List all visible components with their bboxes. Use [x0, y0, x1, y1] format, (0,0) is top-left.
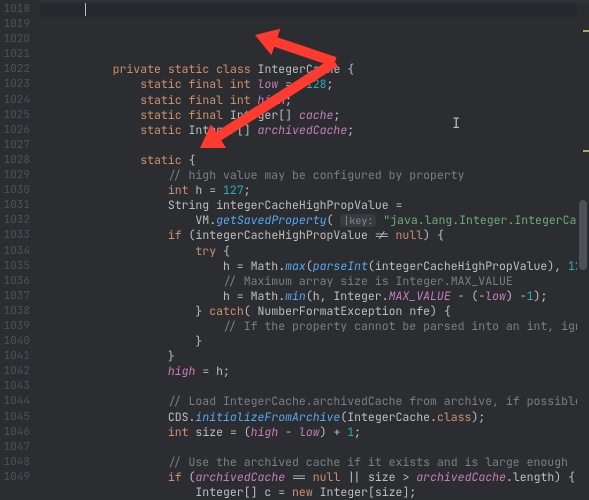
- line-number: 1027: [0, 138, 30, 153]
- line-number: 1029: [0, 168, 30, 183]
- editor-caret: [85, 3, 86, 16]
- line-number: 1026: [0, 123, 30, 138]
- code-line[interactable]: // Load IntegerCache.archivedCache from …: [40, 394, 577, 409]
- code-line[interactable]: static final int low = -128;: [40, 77, 577, 92]
- line-number: 1034: [0, 244, 30, 259]
- code-line[interactable]: // Maximum array size is Integer.MAX_VAL…: [40, 274, 577, 289]
- collapsed-region: [40, 0, 589, 4]
- code-line[interactable]: try {: [40, 244, 577, 259]
- code-line[interactable]: static final Integer[] cache;: [40, 108, 577, 123]
- line-number: 1020: [0, 32, 30, 47]
- code-line[interactable]: private static class IntegerCache {: [40, 62, 577, 77]
- code-line[interactable]: [40, 47, 577, 62]
- scrollbar-mark: [583, 150, 589, 152]
- code-line[interactable]: Integer[] c = new Integer[size];: [40, 485, 577, 500]
- line-number: 1048: [0, 455, 30, 470]
- code-line[interactable]: // Use the archived cache if it exists a…: [40, 455, 577, 470]
- code-line[interactable]: // If the property cannot be parsed into…: [40, 319, 577, 334]
- code-line[interactable]: } catch( NumberFormatException nfe) {: [40, 304, 577, 319]
- scrollbar-thumb[interactable]: [579, 200, 587, 270]
- line-number: 1038: [0, 304, 30, 319]
- line-number: 1028: [0, 153, 30, 168]
- line-number: 1046: [0, 425, 30, 440]
- line-number: 1044: [0, 394, 30, 409]
- line-number: 1045: [0, 410, 30, 425]
- line-number: 1021: [0, 47, 30, 62]
- line-number: 1030: [0, 183, 30, 198]
- line-number: 1019: [0, 17, 30, 32]
- line-number: 1033: [0, 228, 30, 243]
- code-line[interactable]: [40, 379, 577, 394]
- code-line[interactable]: if (integerCacheHighPropValue != null) {: [40, 228, 577, 243]
- code-area[interactable]: private static class IntegerCache { stat…: [40, 0, 577, 500]
- scrollbar-mark: [583, 30, 589, 32]
- line-number: 1031: [0, 198, 30, 213]
- current-line-highlight: [40, 2, 577, 17]
- code-line[interactable]: }: [40, 349, 577, 364]
- line-number: 1037: [0, 289, 30, 304]
- vertical-scrollbar[interactable]: [577, 0, 589, 500]
- line-number: 1023: [0, 77, 30, 92]
- code-editor[interactable]: 1018101910201021102210231024102510261027…: [0, 0, 589, 500]
- line-number: 1025: [0, 108, 30, 123]
- line-number: 1018: [0, 2, 30, 17]
- line-number: 1024: [0, 93, 30, 108]
- code-line[interactable]: static Integer[] archivedCache;: [40, 123, 577, 138]
- code-line[interactable]: h = Math.max(parseInt(integerCacheHighPr…: [40, 259, 577, 274]
- code-line[interactable]: VM.getSavedProperty( |key: "java.lang.In…: [40, 213, 577, 228]
- line-number: 1043: [0, 379, 30, 394]
- code-line[interactable]: [40, 138, 577, 153]
- line-number-gutter: 1018101910201021102210231024102510261027…: [0, 0, 40, 500]
- line-number: 1039: [0, 319, 30, 334]
- code-line[interactable]: if (archivedCache == null || size > arch…: [40, 470, 577, 485]
- code-line[interactable]: high = h;: [40, 364, 577, 379]
- code-line[interactable]: h = Math.min(h, Integer.MAX_VALUE - (-lo…: [40, 289, 577, 304]
- line-number: 1049: [0, 470, 30, 485]
- code-line[interactable]: static {: [40, 153, 577, 168]
- line-number: 1032: [0, 213, 30, 228]
- line-number: 1042: [0, 364, 30, 379]
- line-number: 1047: [0, 440, 30, 455]
- code-line[interactable]: }: [40, 334, 577, 349]
- line-number: 1040: [0, 334, 30, 349]
- code-line[interactable]: String integerCacheHighPropValue =: [40, 198, 577, 213]
- code-line[interactable]: int h = 127;: [40, 183, 577, 198]
- code-line[interactable]: [40, 440, 577, 455]
- line-number: 1036: [0, 274, 30, 289]
- code-line[interactable]: // high value may be configured by prope…: [40, 168, 577, 183]
- code-line[interactable]: CDS.initializeFromArchive(IntegerCache.c…: [40, 410, 577, 425]
- line-number: 1022: [0, 62, 30, 77]
- line-number: 1041: [0, 349, 30, 364]
- code-line[interactable]: static final int high;: [40, 93, 577, 108]
- line-number: 1035: [0, 259, 30, 274]
- code-line[interactable]: int size = (high - low) + 1;: [40, 425, 577, 440]
